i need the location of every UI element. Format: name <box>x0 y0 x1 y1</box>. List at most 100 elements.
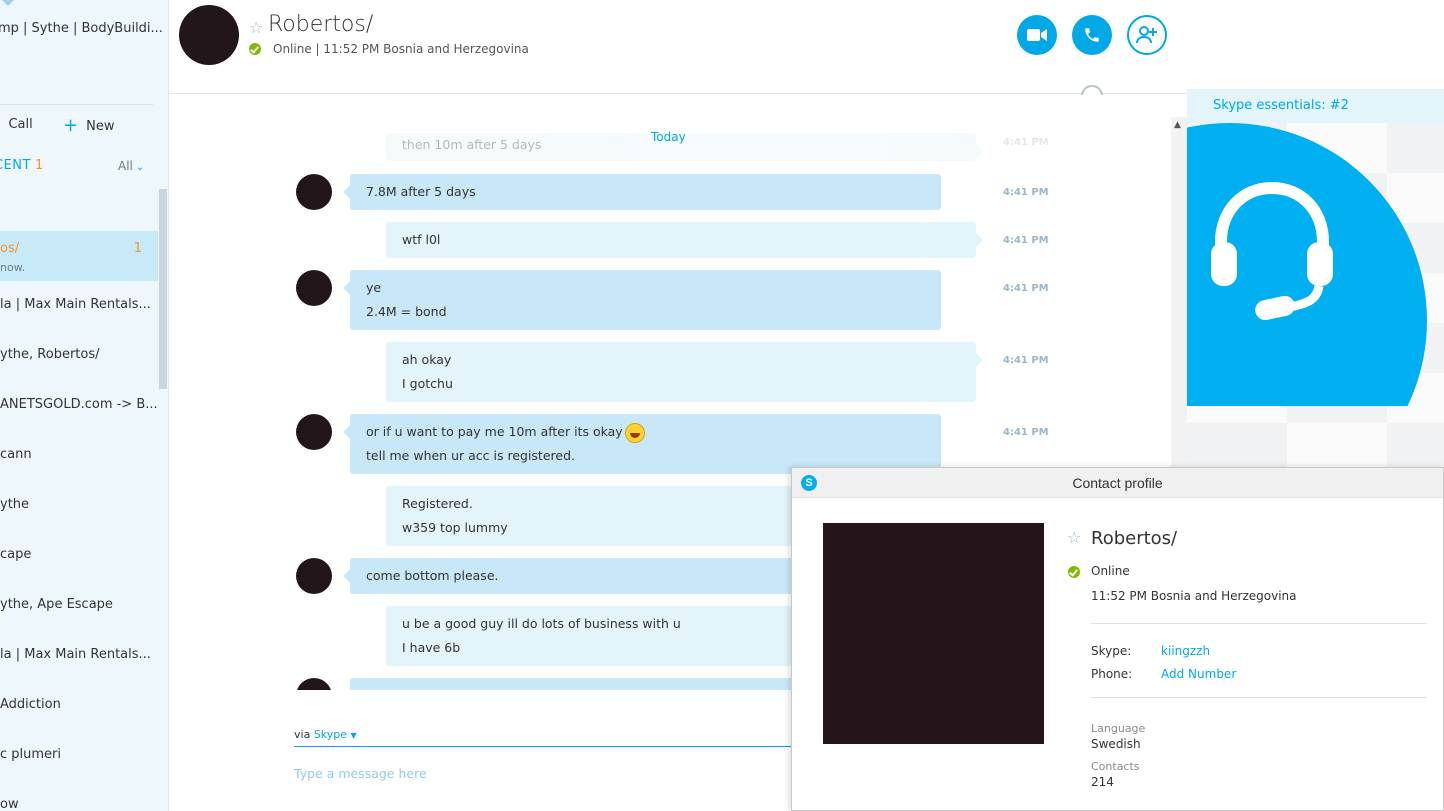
star-icon[interactable]: ☆ <box>249 18 263 37</box>
contact-item[interactable]: Addiction <box>0 684 158 734</box>
message-text: or if u want to pay me 10m after its oka… <box>366 424 623 439</box>
contact-item[interactable]: la | Max Main Rentals... <box>0 634 158 684</box>
profile-name: Robertos/ <box>1091 528 1178 549</box>
via-selector[interactable]: via Skype ▼ <box>294 728 357 741</box>
add-contact-button[interactable] <box>1127 15 1167 55</box>
message-text: wtf l0l <box>402 232 441 247</box>
contact-item[interactable]: ow <box>0 784 158 811</box>
group-title[interactable]: mp | Sythe | BodyBuildi... <box>0 21 163 36</box>
contact-item[interactable]: ANETSGOLD.com -> B... <box>0 384 158 434</box>
message-time: 4:41 PM <box>1003 187 1049 198</box>
message-time: 4:41 PM <box>1003 427 1049 438</box>
star-icon[interactable]: ☆ <box>1067 528 1081 547</box>
message-text: ah okay <box>402 352 452 367</box>
chevron-down-icon: ▼ <box>350 731 357 740</box>
emoji-icon <box>624 422 645 443</box>
skype-id-value[interactable]: kiingzzh <box>1161 644 1210 658</box>
conversation-title[interactable]: Robertos/ <box>268 12 373 37</box>
language-value: Swedish <box>1091 737 1141 751</box>
contact-name: ythe <box>0 497 30 512</box>
sidebar: mp | Sythe | BodyBuildi... ⁝ Call + New … <box>0 0 169 811</box>
contact-item[interactable]: la | Max Main Rentals... <box>0 284 158 334</box>
avatar[interactable] <box>296 174 332 210</box>
avatar[interactable] <box>296 414 332 450</box>
avatar[interactable] <box>296 270 332 306</box>
contact-name: cann <box>0 447 32 462</box>
profile-status: Online <box>1091 564 1130 578</box>
sidebar-divider <box>0 104 153 105</box>
contact-name: Addiction <box>0 697 61 712</box>
contact-item[interactable]: c plumeri <box>0 734 158 784</box>
message-time: 4:41 PM <box>1003 137 1049 148</box>
contact-item[interactable]: cape <box>0 534 158 584</box>
profile-title: Contact profile <box>1072 475 1163 491</box>
conversation-header: ☆ Robertos/ Online | 11:52 PM Bosnia and… <box>169 0 1187 94</box>
message-bubble[interactable]: 7.8M after 5 days <box>343 174 941 210</box>
contact-name: ythe, Robertos/ <box>0 347 100 362</box>
contact-item[interactable]: ythe <box>0 484 158 534</box>
message-text: 2.4M = bond <box>366 304 447 319</box>
status-online-icon <box>249 43 261 55</box>
message-bubble[interactable]: ye 2.4M = bond <box>343 270 941 330</box>
message-text: ye <box>366 280 382 295</box>
avatar[interactable] <box>296 678 332 690</box>
collapse-caret-icon[interactable] <box>0 0 16 6</box>
profile-titlebar[interactable]: S Contact profile <box>792 468 1443 498</box>
contact-name: la | Max Main Rentals... <box>0 647 151 662</box>
audio-call-button[interactable] <box>1072 15 1112 55</box>
contact-name: os/ <box>0 241 20 256</box>
unread-badge: 1 <box>133 241 142 256</box>
avatar[interactable] <box>296 558 332 594</box>
day-separator: Today <box>651 130 686 144</box>
message-input[interactable] <box>294 766 784 781</box>
contact-profile-window: S Contact profile ☆ Robertos/ Online 11:… <box>791 467 1444 811</box>
sidebar-scrollbar[interactable] <box>159 189 167 389</box>
contact-item[interactable]: ythe, Robertos/ <box>0 334 158 384</box>
contact-preview: now. <box>0 261 26 274</box>
plus-icon: + <box>63 115 79 136</box>
audio-call-icon <box>1085 28 1099 42</box>
call-button[interactable]: ⁝ Call <box>0 117 33 132</box>
add-contact-icon <box>1136 26 1157 44</box>
avatar[interactable] <box>179 5 239 65</box>
recent-tab[interactable]: CENT1 <box>0 158 44 173</box>
conversation-status: Online | 11:52 PM Bosnia and Herzegovina <box>273 42 529 56</box>
message-text: I gotchu <box>402 376 453 391</box>
video-call-button[interactable] <box>1017 15 1057 55</box>
chat-scrollbar[interactable]: ▲ <box>1171 117 1187 477</box>
contact-item[interactable]: cann <box>0 434 158 484</box>
headset-icon <box>1211 181 1333 321</box>
new-button[interactable]: + New <box>63 117 114 135</box>
recent-count: 1 <box>34 158 44 173</box>
filter-label: All <box>118 159 133 173</box>
contact-name: c plumeri <box>0 747 62 762</box>
add-number-link[interactable]: Add Number <box>1161 667 1236 681</box>
message-bubble[interactable]: wtf l0l <box>386 222 983 258</box>
language-label: Language <box>1091 722 1146 735</box>
message-bubble[interactable]: or if u want to pay me 10m after its oka… <box>343 414 941 474</box>
status-online-icon <box>1068 566 1080 578</box>
essentials-header[interactable]: Skype essentials: #2 <box>1187 89 1444 123</box>
message-time: 4:41 PM <box>1003 355 1049 366</box>
profile-photo <box>823 523 1044 744</box>
skype-id-label: Skype: <box>1091 644 1132 658</box>
scroll-up-icon[interactable]: ▲ <box>1174 120 1181 130</box>
message-text: 7.8M after 5 days <box>366 184 476 199</box>
message-bubble[interactable]: ah okay I gotchu <box>386 342 983 402</box>
contacts-label: Contacts <box>1091 760 1140 773</box>
new-label: New <box>86 118 115 134</box>
contact-name: ow <box>0 797 19 811</box>
message-text: tell me when ur acc is registered. <box>366 448 575 463</box>
contact-name: la | Max Main Rentals... <box>0 297 151 312</box>
profile-local-time: 11:52 PM Bosnia and Herzegovina <box>1091 589 1297 603</box>
contact-item[interactable]: ythe, Ape Escape <box>0 584 158 634</box>
via-prefix: via <box>294 728 311 741</box>
profile-divider <box>1091 697 1427 698</box>
video-call-icon <box>1027 29 1047 41</box>
recent-label: CENT <box>0 158 31 173</box>
message-time: 4:41 PM <box>1003 283 1049 294</box>
contact-item[interactable]: os/ now. 1 <box>0 231 158 281</box>
message-time: 4:41 PM <box>1003 235 1049 246</box>
chevron-down-icon: ⌄ <box>135 162 145 173</box>
filter-dropdown[interactable]: All ⌄ <box>118 159 144 173</box>
